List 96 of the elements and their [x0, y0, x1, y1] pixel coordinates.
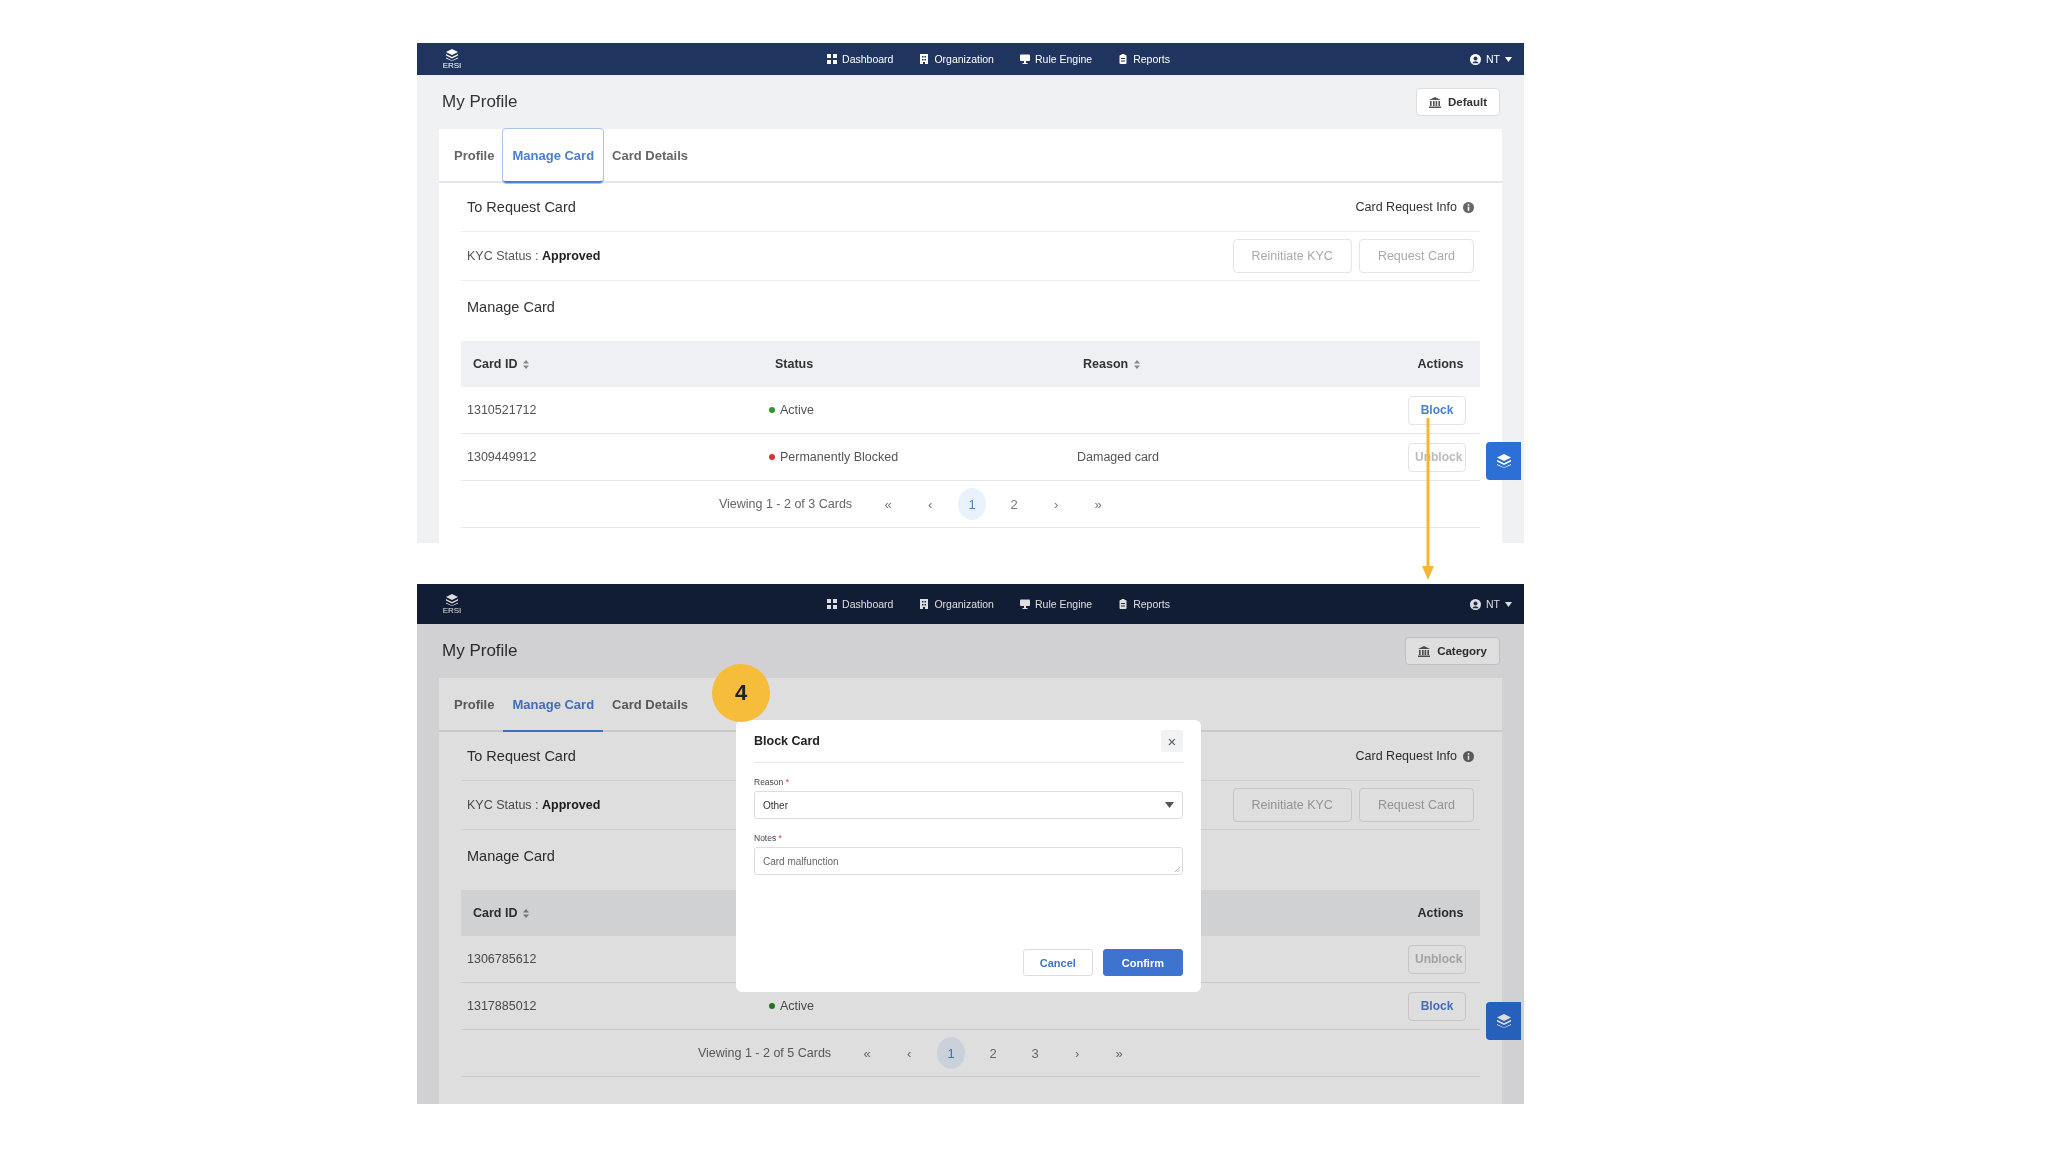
dropdown-caret-icon[interactable]: [1165, 802, 1174, 808]
page-title: My Profile: [442, 92, 518, 112]
column-header[interactable]: Card ID: [473, 357, 530, 371]
status-text: Permanently Blocked: [780, 450, 899, 464]
logo-icon: [1496, 1014, 1511, 1028]
column-header[interactable]: Actions: [1417, 906, 1464, 920]
tab[interactable]: Card Details: [603, 129, 697, 183]
row-action-button[interactable]: Block: [1408, 395, 1466, 425]
floating-button[interactable]: [1486, 1002, 1521, 1040]
tab[interactable]: Manage Card: [503, 129, 604, 183]
brand-name: ERSI: [442, 605, 462, 615]
close-button[interactable]: ×: [1161, 730, 1183, 752]
dialog-title: Block Card: [754, 734, 820, 748]
logo-icon: [446, 48, 458, 61]
info-icon[interactable]: [1463, 201, 1474, 213]
page-title: My Profile: [442, 641, 518, 661]
monitor-icon: [1019, 54, 1030, 64]
caret-icon[interactable]: [1505, 56, 1512, 62]
tab[interactable]: Profile: [445, 678, 504, 732]
monitor-icon: [1019, 599, 1030, 609]
first-page-button[interactable]: «: [853, 1037, 882, 1069]
sort-icon[interactable]: [523, 908, 530, 918]
section-title: To Request Card: [467, 748, 576, 764]
grid-icon: [827, 54, 838, 64]
status-text: Active: [780, 403, 815, 417]
info-link[interactable]: Card Request Info: [1355, 749, 1457, 763]
pagination-summary: Viewing 1 - 2 of 5 Cards: [697, 1046, 832, 1060]
user-initials[interactable]: NT: [1486, 598, 1500, 610]
pagination-summary: Viewing 1 - 2 of 3 Cards: [718, 497, 853, 511]
header-button[interactable]: Default: [1416, 88, 1500, 116]
building-icon: [919, 599, 930, 609]
section-title: To Request Card: [467, 199, 576, 215]
first-page-button[interactable]: «: [874, 488, 903, 520]
header-button[interactable]: Category: [1405, 637, 1500, 665]
nav-link[interactable]: Reports: [1118, 53, 1170, 65]
notes-field[interactable]: Card malfunction: [754, 847, 1183, 875]
clipboard-icon: [1118, 54, 1129, 64]
dialog-button[interactable]: Confirm: [1102, 949, 1183, 976]
user-icon: [1470, 53, 1481, 65]
grid-icon: [827, 599, 838, 609]
column-header[interactable]: Status: [775, 357, 814, 371]
page-button[interactable]: 2: [1000, 488, 1029, 520]
reason-dropdown[interactable]: Other: [754, 791, 1183, 819]
nav-link[interactable]: Rule Engine: [1019, 598, 1093, 610]
field-label: Notes *: [754, 833, 783, 843]
building-icon: [919, 54, 930, 64]
sort-icon[interactable]: [523, 359, 530, 369]
last-page-button[interactable]: »: [1105, 1037, 1134, 1069]
floating-button[interactable]: [1486, 442, 1521, 480]
nav-link[interactable]: Dashboard: [827, 598, 894, 610]
tab[interactable]: Manage Card: [503, 678, 604, 732]
card-id: 1309449912: [467, 450, 537, 464]
next-page-button[interactable]: ›: [1063, 1037, 1092, 1069]
previous-page-button[interactable]: ‹: [895, 1037, 924, 1069]
logo-icon: [1496, 454, 1511, 468]
nav-link[interactable]: Organization: [919, 598, 994, 610]
card-id: 1310521712: [467, 403, 537, 417]
nav-link[interactable]: Rule Engine: [1019, 53, 1093, 65]
dialog-button[interactable]: Cancel: [1022, 949, 1093, 976]
tab[interactable]: Card Details: [603, 678, 697, 732]
next-page-button[interactable]: ›: [1042, 488, 1071, 520]
field-label: Reason *: [754, 777, 790, 787]
clipboard-icon: [1118, 599, 1129, 609]
column-header[interactable]: Actions: [1417, 357, 1464, 371]
row-action-button[interactable]: Block: [1408, 991, 1466, 1021]
bank-icon: [1429, 96, 1441, 108]
brand-name: ERSI: [442, 60, 462, 70]
logo-icon: [446, 593, 458, 606]
resize-grip-icon[interactable]: [1175, 867, 1180, 872]
user-initials[interactable]: NT: [1486, 53, 1500, 65]
bank-icon: [1418, 645, 1431, 657]
section-title: Manage Card: [467, 299, 555, 315]
caret-icon[interactable]: [1505, 601, 1512, 607]
card-id: 1306785612: [467, 952, 537, 966]
info-icon[interactable]: [1463, 750, 1474, 762]
card-id: 1317885012: [467, 999, 537, 1013]
sort-icon[interactable]: [1134, 359, 1141, 369]
page-button[interactable]: 1: [937, 1037, 966, 1069]
nav-link[interactable]: Reports: [1118, 598, 1170, 610]
page-button[interactable]: 3: [1021, 1037, 1050, 1069]
nav-link[interactable]: Dashboard: [827, 53, 894, 65]
page-button[interactable]: 1: [958, 488, 987, 520]
kyc-status: KYC Status : Approved: [467, 249, 601, 263]
last-page-button[interactable]: »: [1084, 488, 1113, 520]
status-text: Active: [780, 999, 815, 1013]
user-icon: [1470, 598, 1481, 610]
column-header[interactable]: Card ID: [473, 906, 530, 920]
page-button[interactable]: 2: [979, 1037, 1008, 1069]
nav-link[interactable]: Organization: [919, 53, 994, 65]
previous-page-button[interactable]: ‹: [916, 488, 945, 520]
column-header[interactable]: Reason: [1083, 357, 1141, 371]
info-link[interactable]: Card Request Info: [1355, 200, 1457, 214]
reason-text: Damaged card: [1077, 450, 1159, 464]
tab[interactable]: Profile: [445, 129, 504, 183]
kyc-status: KYC Status : Approved: [467, 798, 601, 812]
section-title: Manage Card: [467, 848, 555, 864]
